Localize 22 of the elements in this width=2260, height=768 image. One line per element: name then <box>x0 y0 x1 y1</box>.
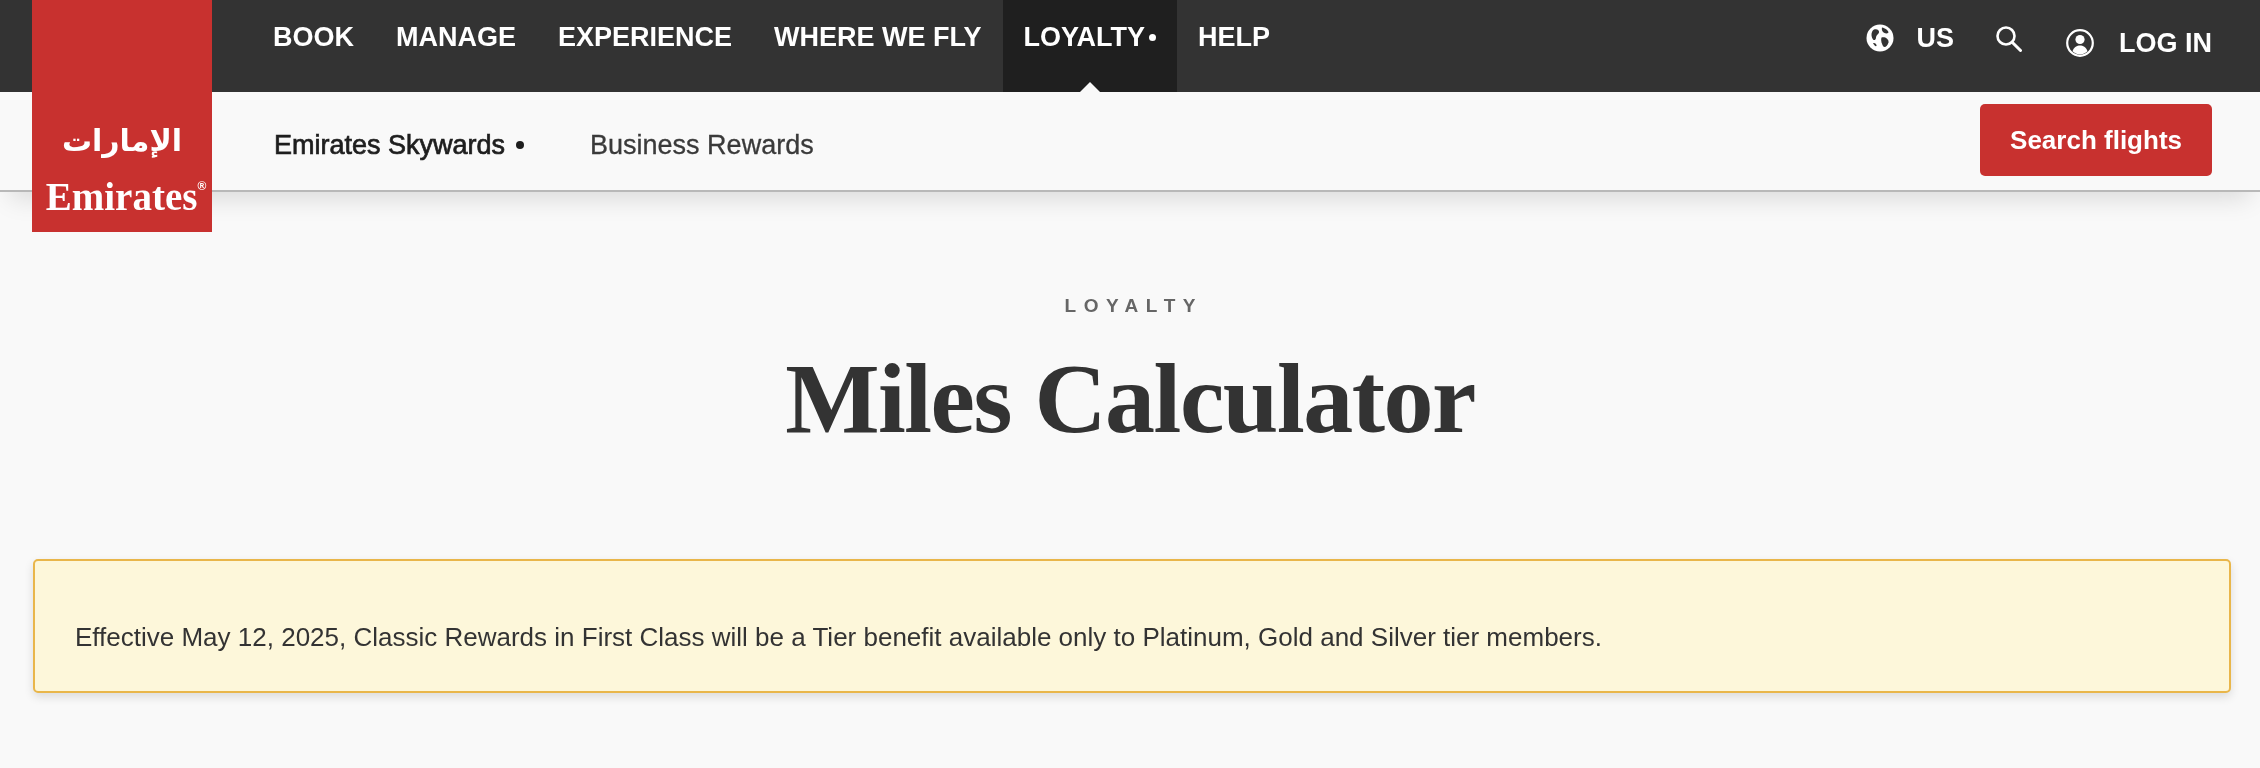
login-button[interactable]: LOG IN <box>2066 28 2212 58</box>
page-title: Miles Calculator <box>785 344 1475 454</box>
user-icon <box>2066 29 2094 57</box>
globe-icon <box>1866 24 1895 52</box>
search-button[interactable] <box>1995 24 2022 52</box>
nav-tab[interactable]: WHERE WE FLY <box>753 0 1003 92</box>
logo-wordmark: Emirates$^{®}$ <box>45 175 207 219</box>
notice-text: Effective May 12, 2025, Classic Rewards in First Class will be a Tier benefit available only to Platinum, Gold and Silver tier members. <box>75 621 1603 654</box>
logo-arabic-text: الإمارات <box>61 122 183 160</box>
search-icon <box>1995 24 2022 52</box>
dot-icon <box>1149 34 1157 41</box>
subnav-link[interactable]: Emirates Skywards <box>242 128 557 162</box>
dot-icon <box>516 141 525 149</box>
subnav-link[interactable]: Business Rewards <box>558 128 846 162</box>
nav-tab[interactable]: HELP <box>1177 0 1292 92</box>
nav-tab[interactable]: BOOK <box>252 0 375 92</box>
nav-tab[interactable]: MANAGE <box>375 0 537 92</box>
section-label: LOYALTY <box>1063 294 1204 318</box>
nav-tab[interactable]: LOYALTY <box>1002 0 1178 92</box>
nav-tab[interactable]: EXPERIENCE <box>537 0 754 92</box>
region-selector[interactable]: US <box>1866 23 1954 53</box>
search-flights-button[interactable]: Search flights <box>1980 104 2212 176</box>
